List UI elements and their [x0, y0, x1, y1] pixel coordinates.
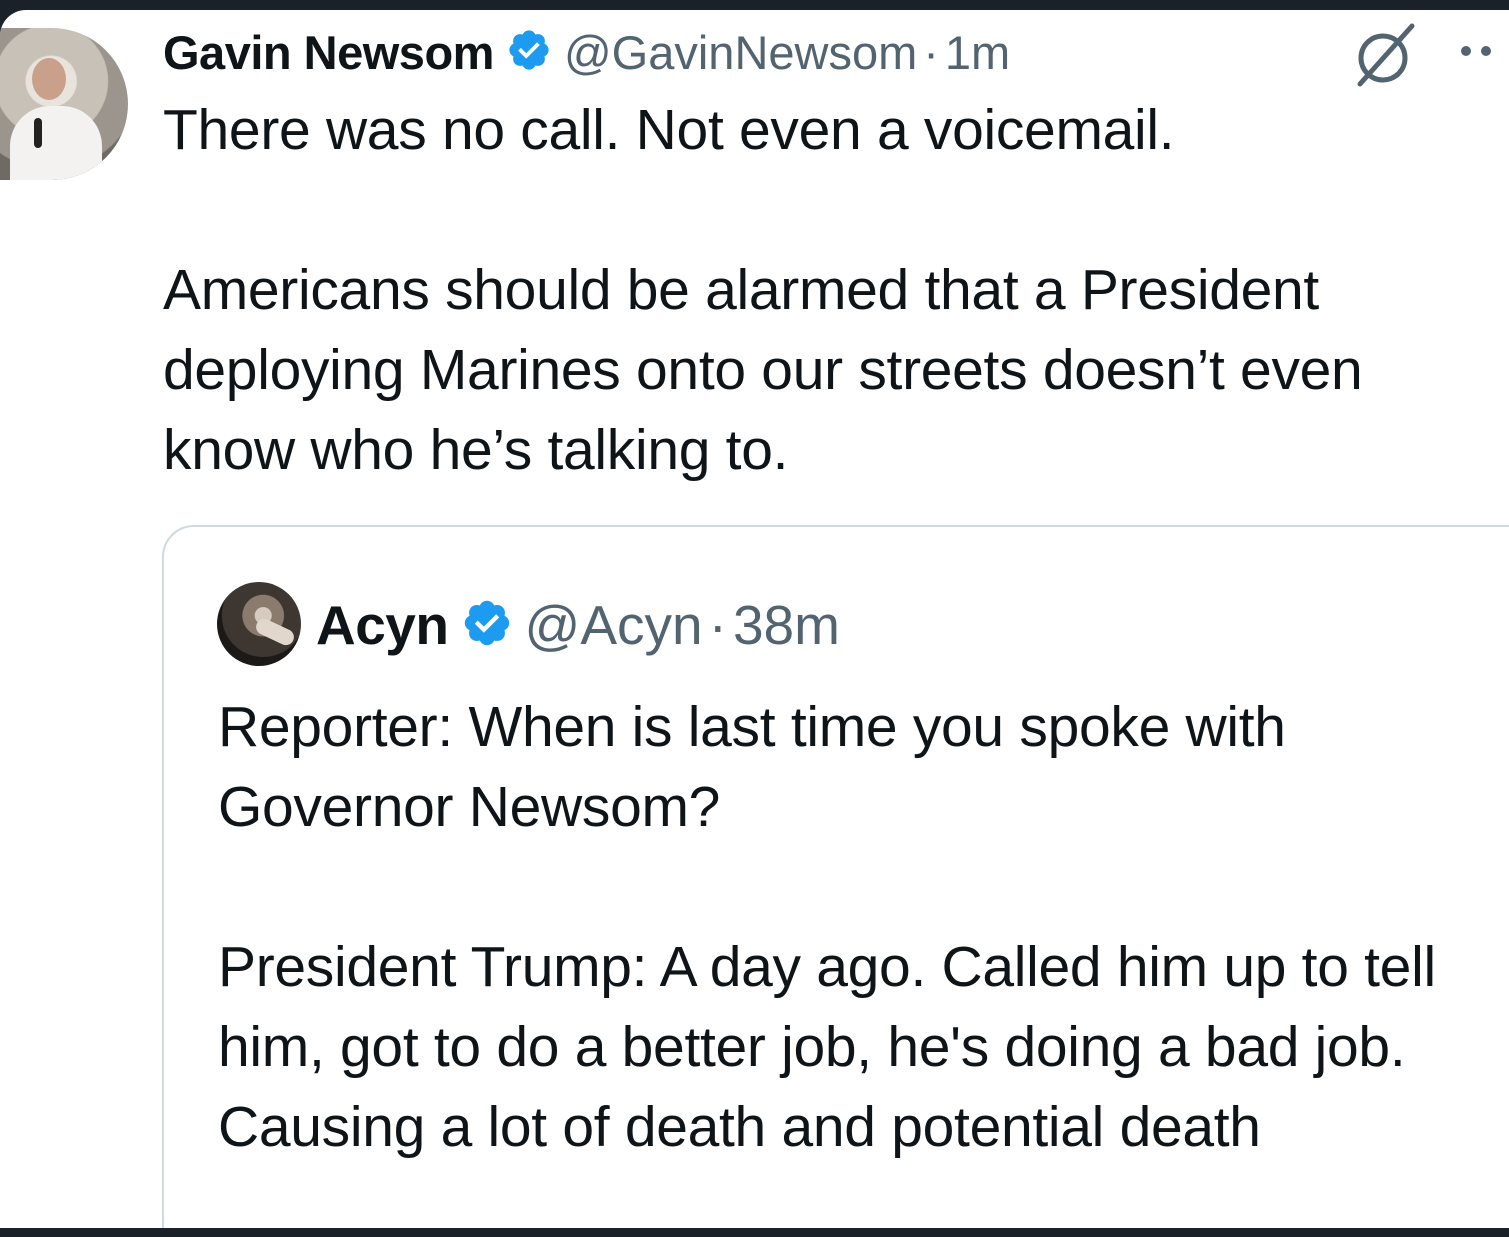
- quoted-author-avatar[interactable]: [217, 582, 301, 666]
- separator-dot: ·: [708, 594, 727, 656]
- quoted-tweet-header: Acyn @Acyn · 38m: [316, 589, 840, 661]
- quoted-tweet-text: Reporter: When is last time you spoke wi…: [218, 695, 1436, 1159]
- quoted-author-handle[interactable]: @Acyn: [525, 593, 703, 657]
- author-name[interactable]: Gavin Newsom: [163, 25, 494, 80]
- separator-dot: ·: [923, 25, 939, 79]
- more-dot: [1481, 46, 1491, 56]
- grok-icon[interactable]: [1350, 22, 1420, 88]
- quoted-tweet[interactable]: Acyn @Acyn · 38m Reporter: When is last …: [162, 525, 1509, 1228]
- tweet-card[interactable]: Gavin Newsom @GavinNewsom · 1m There was…: [0, 10, 1509, 1228]
- avatar-face: [32, 58, 66, 100]
- quoted-tweet-timestamp[interactable]: 38m: [733, 593, 840, 657]
- avatar-hand: [253, 616, 297, 648]
- verified-badge-icon: [506, 27, 552, 78]
- tweet-timestamp[interactable]: 1m: [945, 25, 1010, 80]
- author-handle[interactable]: @GavinNewsom: [564, 25, 917, 80]
- more-options-icon[interactable]: [1461, 46, 1491, 56]
- author-avatar[interactable]: [0, 28, 128, 180]
- avatar-shirt: [10, 106, 102, 180]
- quoted-author-name[interactable]: Acyn: [316, 593, 449, 657]
- tweet-text: There was no call. Not even a voicemail.…: [163, 98, 1363, 482]
- tweet-header: Gavin Newsom @GavinNewsom · 1m: [163, 18, 1010, 86]
- more-dot: [1461, 46, 1471, 56]
- verified-badge-icon: [461, 597, 513, 654]
- avatar-microphone: [34, 118, 42, 148]
